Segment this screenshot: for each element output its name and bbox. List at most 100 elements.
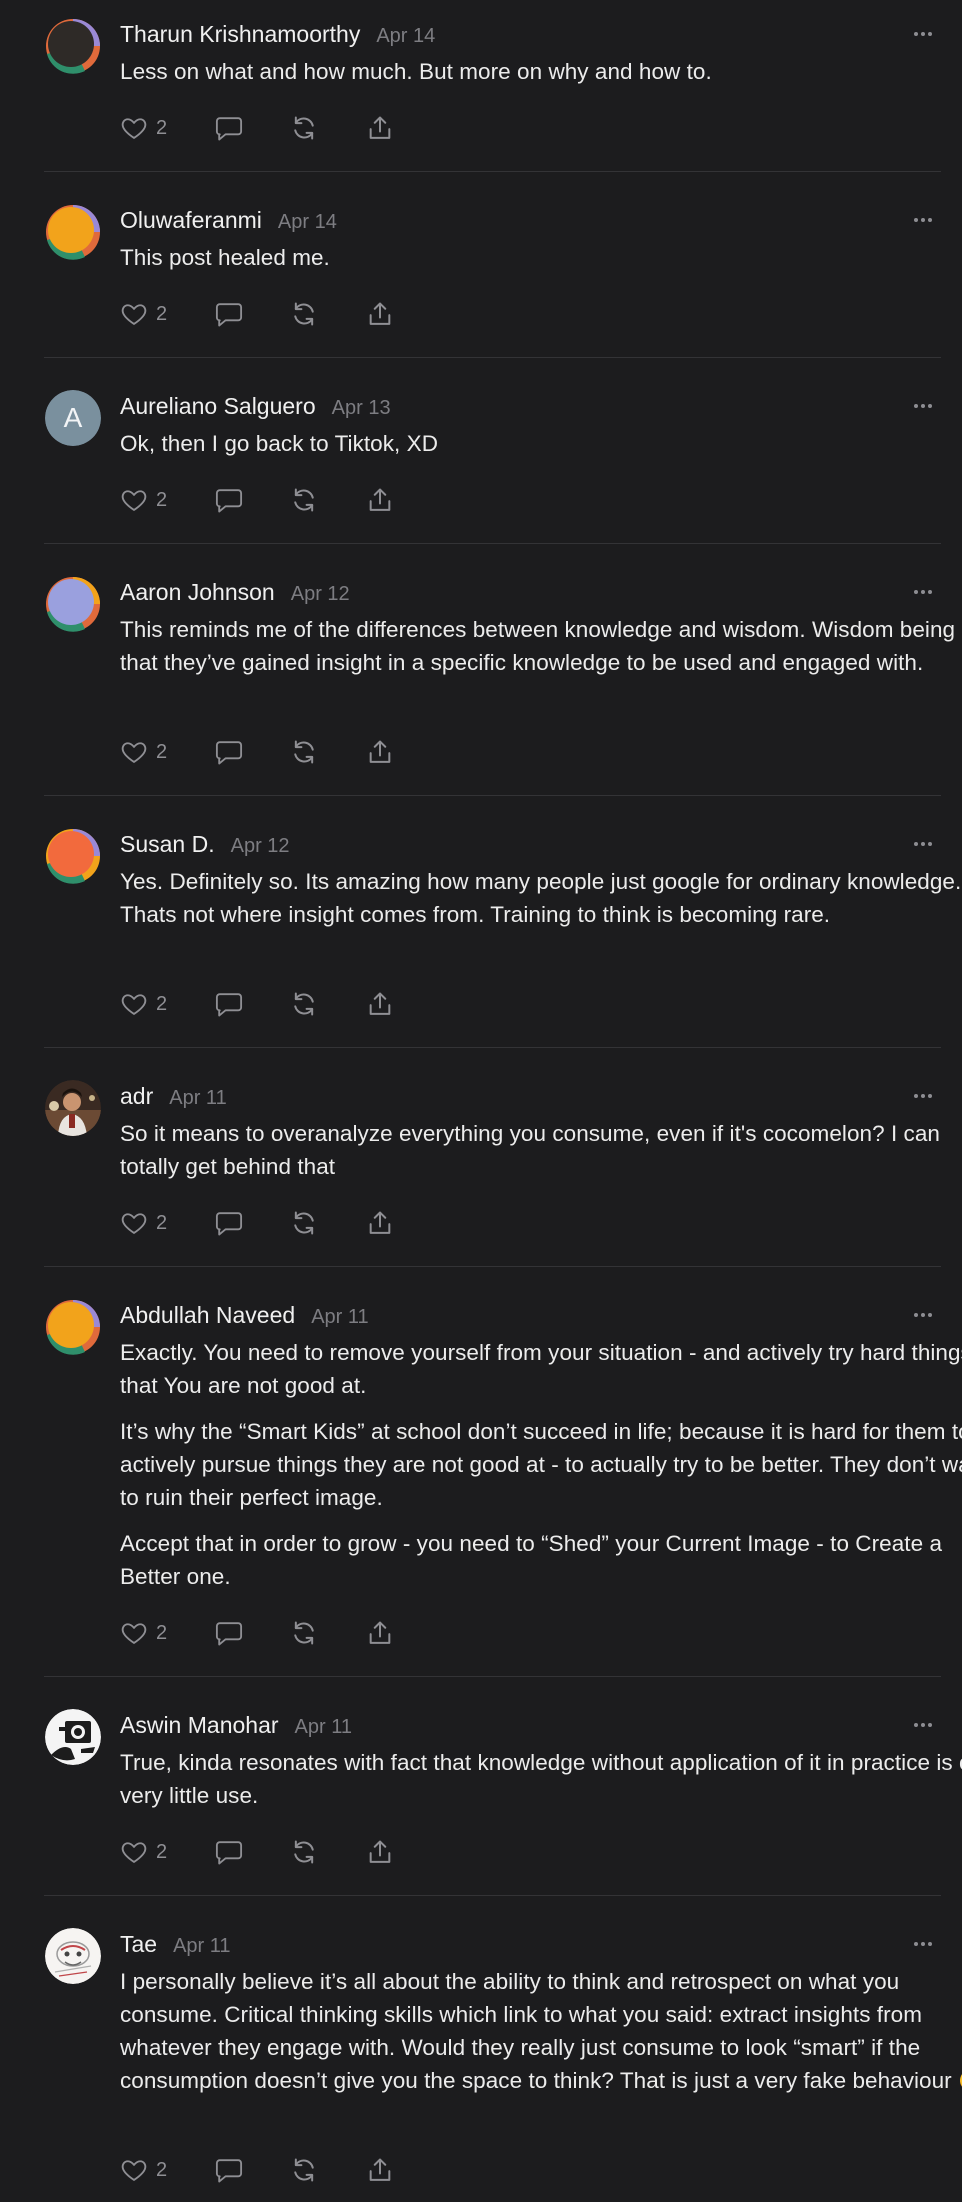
like-button[interactable]: 2 [120, 984, 214, 1024]
restack-button[interactable] [290, 294, 366, 334]
share-button[interactable] [366, 1203, 406, 1243]
more-options-icon[interactable] [909, 392, 937, 420]
comment-body: This reminds me of the differences betwe… [120, 613, 962, 692]
more-options-icon[interactable] [909, 1711, 937, 1739]
comment-date[interactable]: Apr 13 [332, 392, 391, 424]
share-button[interactable] [366, 480, 406, 520]
reply-button[interactable] [214, 1832, 290, 1872]
like-count: 2 [156, 2158, 168, 2181]
author-name[interactable]: Oluwaferanmi [120, 204, 262, 236]
author-name[interactable]: Aureliano Salguero [120, 390, 316, 422]
more-options-icon[interactable] [909, 1930, 937, 1958]
share-icon [369, 1840, 391, 1863]
share-button[interactable] [366, 1832, 406, 1872]
comment-date[interactable]: Apr 11 [311, 1301, 368, 1333]
more-options-icon[interactable] [909, 830, 937, 858]
restack-button[interactable] [290, 984, 366, 1024]
comment-date[interactable]: Apr 11 [169, 1082, 226, 1114]
reply-button[interactable] [214, 732, 290, 772]
comment-bubble-icon [215, 117, 243, 141]
more-options-icon[interactable] [909, 1082, 937, 1110]
comment-date[interactable]: Apr 11 [173, 1930, 230, 1962]
restack-button[interactable] [290, 732, 366, 772]
share-button[interactable] [366, 984, 406, 1024]
share-button[interactable] [366, 294, 406, 334]
like-button[interactable]: 2 [120, 294, 214, 334]
avatar[interactable] [45, 1928, 101, 1984]
reply-button[interactable] [214, 480, 290, 520]
share-button[interactable] [366, 108, 406, 148]
more-options-icon[interactable] [909, 578, 937, 606]
avatar[interactable] [45, 828, 101, 884]
comment-body: This post healed me. [120, 241, 962, 287]
like-button[interactable]: 2 [120, 1832, 214, 1872]
avatar[interactable] [45, 1299, 101, 1355]
avatar[interactable] [45, 576, 101, 632]
avatar[interactable] [45, 18, 101, 74]
avatar[interactable]: A [45, 390, 101, 446]
comment-actions: 2 [120, 1613, 406, 1653]
restack-button[interactable] [290, 2150, 366, 2190]
like-button[interactable]: 2 [120, 1203, 214, 1243]
share-icon [369, 740, 391, 763]
like-button[interactable]: 2 [120, 732, 214, 772]
heart-icon [121, 118, 147, 139]
heart-icon [121, 994, 147, 1015]
avatar[interactable] [45, 204, 101, 260]
like-button[interactable]: 2 [120, 2150, 214, 2190]
like-button[interactable]: 2 [120, 108, 214, 148]
comment-bubble-icon [215, 993, 243, 1017]
like-button[interactable]: 2 [120, 480, 214, 520]
share-icon [369, 488, 391, 511]
sketch-photo-icon [45, 1928, 101, 1984]
author-name[interactable]: Susan D. [120, 828, 215, 860]
reply-button[interactable] [214, 108, 290, 148]
comment-date[interactable]: Apr 11 [295, 1711, 352, 1743]
share-button[interactable] [366, 1613, 406, 1653]
comment-text: It’s why the “Smart Kids” at school don’… [120, 1419, 962, 1510]
restack-button[interactable] [290, 480, 366, 520]
avatar[interactable] [45, 1709, 101, 1765]
comment-text: Exactly. You need to remove yourself fro… [120, 1340, 962, 1398]
avatar[interactable] [45, 1080, 101, 1136]
author-name[interactable]: adr [120, 1080, 153, 1112]
author-name[interactable]: Tae [120, 1928, 157, 1960]
restack-button[interactable] [290, 1613, 366, 1653]
heart-icon [121, 1623, 147, 1644]
reply-button[interactable] [214, 2150, 290, 2190]
author-name[interactable]: Aaron Johnson [120, 576, 275, 608]
restack-icon [294, 740, 314, 764]
comment-bubble-icon [215, 1622, 243, 1646]
reply-button[interactable] [214, 1613, 290, 1653]
restack-button[interactable] [290, 1203, 366, 1243]
share-icon [369, 1211, 391, 1234]
comment-date[interactable]: Apr 14 [376, 20, 435, 52]
comment-actions: 2 [120, 2150, 406, 2190]
author-name[interactable]: Abdullah Naveed [120, 1299, 295, 1331]
share-button[interactable] [366, 2150, 406, 2190]
share-icon [369, 1621, 391, 1644]
reply-button[interactable] [214, 984, 290, 1024]
more-options-icon[interactable] [909, 206, 937, 234]
restack-icon [294, 1621, 314, 1645]
more-options-icon[interactable] [909, 1301, 937, 1329]
comment-text: So it means to overanalyze everything yo… [120, 1121, 940, 1179]
like-count: 2 [156, 488, 168, 511]
restack-button[interactable] [290, 108, 366, 148]
comment-date[interactable]: Apr 12 [291, 578, 350, 610]
share-button[interactable] [366, 732, 406, 772]
restack-icon [294, 2158, 314, 2182]
author-name[interactable]: Tharun Krishnamoorthy [120, 18, 360, 50]
reply-button[interactable] [214, 1203, 290, 1243]
restack-button[interactable] [290, 1832, 366, 1872]
comment-date[interactable]: Apr 14 [278, 206, 337, 238]
like-count: 2 [156, 740, 168, 763]
comment-header: Tae Apr 11 [120, 1928, 231, 1960]
comment-actions: 2 [120, 984, 406, 1024]
reply-button[interactable] [214, 294, 290, 334]
more-options-icon[interactable] [909, 20, 937, 48]
comment-text: Less on what and how much. But more on w… [120, 59, 712, 84]
like-button[interactable]: 2 [120, 1613, 214, 1653]
comment-date[interactable]: Apr 12 [231, 830, 290, 862]
author-name[interactable]: Aswin Manohar [120, 1709, 279, 1741]
